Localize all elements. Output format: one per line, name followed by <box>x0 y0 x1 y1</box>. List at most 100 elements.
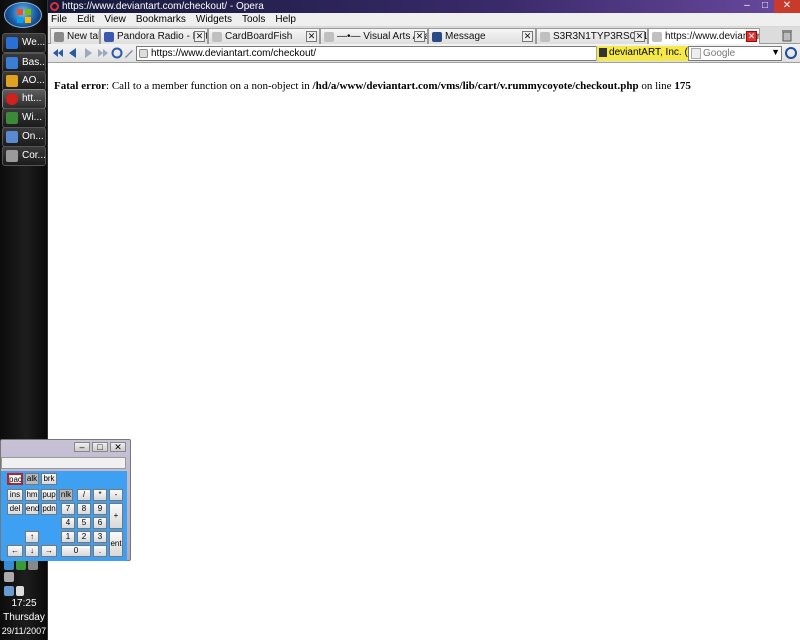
tab-close-icon[interactable]: ✕ <box>414 31 425 42</box>
keyboard-maximize-button[interactable]: □ <box>92 442 108 452</box>
network-icon[interactable] <box>4 560 14 570</box>
opera-icon <box>6 93 18 105</box>
key-brk[interactable]: brk <box>41 473 57 485</box>
folder-icon <box>6 57 18 69</box>
keyboard-menu-bar <box>1 457 126 469</box>
tab-visual-arts[interactable]: —•— Visual Arts Acad... ✕ <box>320 28 428 44</box>
menu-help[interactable]: Help <box>274 13 301 26</box>
menu-edit[interactable]: Edit <box>76 13 99 26</box>
key-alk[interactable]: alk <box>25 473 39 485</box>
onscreen-keyboard-window[interactable]: – □ ✕ pac alk brk ins hm pup nlk / * - d… <box>0 439 131 561</box>
taskbar-item-basket[interactable]: Bas... <box>2 53 46 73</box>
taskbar-item-onscreen-keyboard[interactable]: On... <box>2 127 46 147</box>
key-arrow-right[interactable]: → <box>41 545 57 557</box>
keyboard-close-button[interactable]: ✕ <box>110 442 126 452</box>
key-ins[interactable]: ins <box>7 489 23 501</box>
key-2[interactable]: 2 <box>77 531 91 543</box>
trash-icon[interactable] <box>780 28 794 42</box>
certificate-icon <box>599 48 608 57</box>
keyboard-icon <box>6 131 18 143</box>
chevron-down-icon[interactable]: ▼ <box>771 47 780 57</box>
search-placeholder: Google <box>703 48 736 59</box>
menu-view[interactable]: View <box>103 13 131 26</box>
fast-forward-icon[interactable] <box>96 46 110 60</box>
error-path: /hd/a/www/deviantart.com/vms/lib/cart/v.… <box>312 80 639 92</box>
key-8[interactable]: 8 <box>77 503 91 515</box>
menu-widgets[interactable]: Widgets <box>195 13 237 26</box>
address-toolbar: https://www.deviantart.com/checkout/ dev… <box>48 44 800 63</box>
key-pdn[interactable]: pdn <box>41 503 57 515</box>
forward-icon[interactable] <box>81 46 95 60</box>
address-field[interactable]: https://www.deviantart.com/checkout/ dev… <box>136 46 722 61</box>
key-0[interactable]: 0 <box>61 545 91 557</box>
tab-s3r3n1typ3rs0n1f13d[interactable]: S3R3N1TYP3RS0N1F13D ✕ <box>536 28 648 44</box>
taskbar-item-label: Cor... <box>22 150 46 161</box>
minimize-button[interactable]: – <box>738 0 756 13</box>
key-del[interactable]: del <box>7 503 23 515</box>
device-icon[interactable] <box>28 560 38 570</box>
error-text: : Call to a member function on a non-obj… <box>106 80 313 92</box>
back-icon[interactable] <box>66 46 80 60</box>
tab-close-icon[interactable]: ✕ <box>306 31 317 42</box>
key-nlk[interactable]: nlk <box>59 489 73 501</box>
keypad-body: pac alk brk ins hm pup nlk / * - del end… <box>1 471 127 561</box>
key-end[interactable]: end <box>25 503 39 515</box>
key-enter[interactable]: ent <box>109 531 123 557</box>
new-tab-icon <box>54 32 64 42</box>
key-7[interactable]: 7 <box>61 503 75 515</box>
menu-tools[interactable]: Tools <box>241 13 270 26</box>
maximize-button[interactable]: □ <box>756 0 774 13</box>
page-icon <box>652 32 662 42</box>
tab-close-icon[interactable]: ✕ <box>634 31 645 42</box>
key-plus[interactable]: + <box>109 503 123 529</box>
key-pup[interactable]: pup <box>41 489 57 501</box>
volume-icon[interactable] <box>16 586 24 596</box>
tab-cardboardfish[interactable]: CardBoardFish ✕ <box>208 28 320 44</box>
tab-pandora[interactable]: Pandora Radio - Listen... ✕ <box>100 28 208 44</box>
edit-icon[interactable] <box>122 46 136 60</box>
taskbar-item-opera[interactable]: htt... <box>2 89 46 109</box>
key-4[interactable]: 4 <box>61 517 75 529</box>
menu-bookmarks[interactable]: Bookmarks <box>135 13 191 26</box>
tab-close-icon[interactable]: ✕ <box>194 31 205 42</box>
tab-deviantart[interactable]: https://www.deviantar... ✕ <box>648 28 760 44</box>
key-minus[interactable]: - <box>109 489 123 501</box>
search-input[interactable]: Google ▼ <box>688 46 782 61</box>
tab-new[interactable]: New tab <box>50 28 100 44</box>
address-value: https://www.deviantart.com/checkout/ <box>151 48 317 59</box>
key-arrow-down[interactable]: ↓ <box>25 545 39 557</box>
start-button[interactable] <box>4 2 42 28</box>
key-5[interactable]: 5 <box>77 517 91 529</box>
close-button[interactable]: ✕ <box>774 0 800 13</box>
taskbar-item-aol[interactable]: AO... <box>2 71 46 91</box>
taskbar-item-label: Bas... <box>22 57 46 68</box>
key-hm[interactable]: hm <box>25 489 39 501</box>
tab-close-icon[interactable]: ✕ <box>746 31 757 42</box>
key-divide[interactable]: / <box>77 489 91 501</box>
key-6[interactable]: 6 <box>93 517 107 529</box>
security-icon[interactable] <box>16 560 26 570</box>
key-multiply[interactable]: * <box>93 489 107 501</box>
keyboard-minimize-button[interactable]: – <box>74 442 90 452</box>
taskbar-item-web[interactable]: We... <box>2 33 46 53</box>
key-3[interactable]: 3 <box>93 531 107 543</box>
clock-time[interactable]: 17:25 <box>0 598 48 609</box>
wand-icon[interactable] <box>785 47 797 59</box>
taskbar-item-window[interactable]: Wi... <box>2 108 46 128</box>
taskbar-item-label: We... <box>22 37 46 48</box>
key-pac[interactable]: pac <box>7 473 23 485</box>
key-9[interactable]: 9 <box>93 503 107 515</box>
monitor-icon[interactable] <box>4 572 14 582</box>
tab-close-icon[interactable]: ✕ <box>522 31 533 42</box>
network-status-icon[interactable] <box>4 586 14 596</box>
key-arrow-left[interactable]: ← <box>7 545 23 557</box>
key-1[interactable]: 1 <box>61 531 75 543</box>
key-arrow-up[interactable]: ↑ <box>25 531 39 543</box>
tab-label: Message <box>445 31 486 42</box>
title-bar[interactable]: https://www.deviantart.com/checkout/ - O… <box>48 0 800 13</box>
key-decimal[interactable]: . <box>93 545 107 557</box>
tab-message[interactable]: Message ✕ <box>428 28 536 44</box>
taskbar-item-app[interactable]: Cor... <box>2 146 46 166</box>
menu-file[interactable]: File <box>50 13 72 26</box>
rewind-icon[interactable] <box>51 46 65 60</box>
